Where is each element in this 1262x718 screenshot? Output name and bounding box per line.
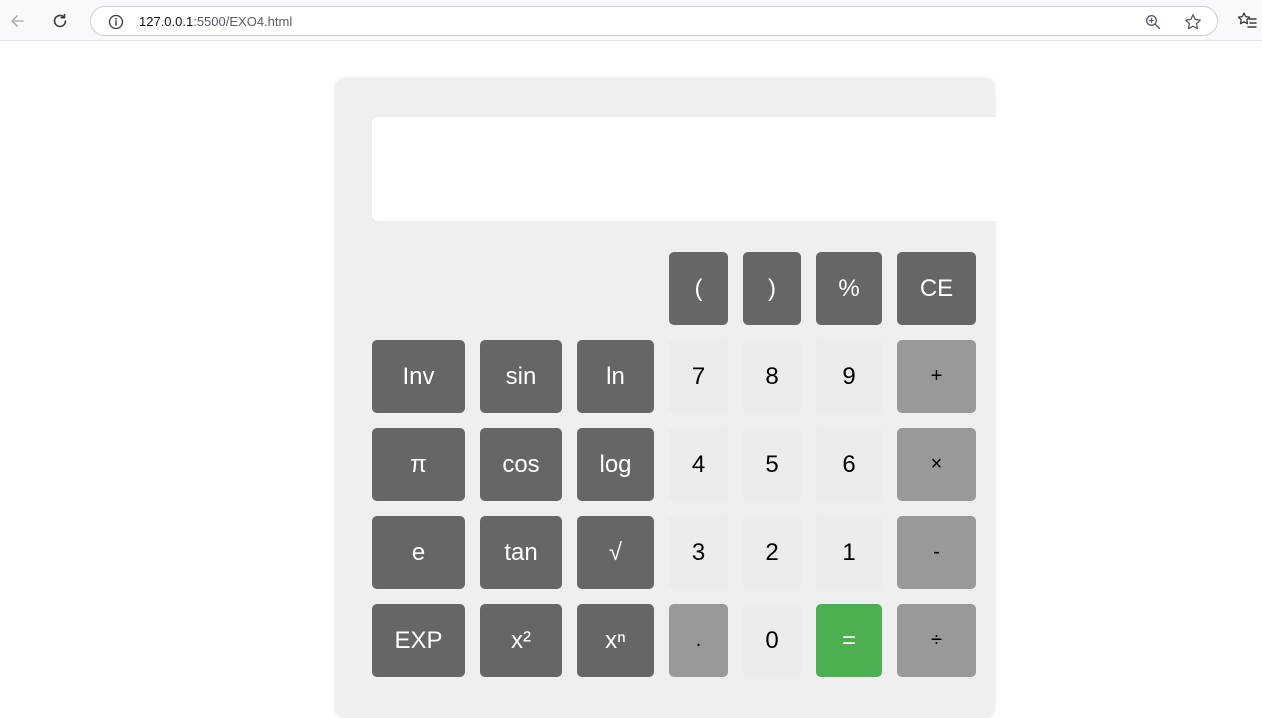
plus-button[interactable]: +: [897, 340, 976, 413]
ln-button[interactable]: ln: [577, 340, 654, 413]
multiply-button[interactable]: ×: [897, 428, 976, 501]
star-icon[interactable]: [1183, 12, 1203, 32]
calculator-display[interactable]: [372, 117, 1002, 221]
url-text[interactable]: 127.0.0.1:5500/EXO4.html: [139, 14, 292, 29]
zoom-icon[interactable]: [1143, 12, 1163, 32]
url-host: 127.0.0.1: [139, 14, 194, 29]
divide-button[interactable]: ÷: [897, 604, 976, 677]
sin-button[interactable]: sin: [480, 340, 562, 413]
equals-button[interactable]: =: [816, 604, 882, 677]
sqrt-button[interactable]: √: [577, 516, 654, 589]
digit-7-button[interactable]: 7: [669, 340, 728, 413]
log-button[interactable]: log: [577, 428, 654, 501]
digit-0-button[interactable]: 0: [743, 604, 801, 677]
reload-icon: [53, 13, 67, 28]
digit-5-button[interactable]: 5: [743, 428, 801, 501]
decimal-button[interactable]: .: [669, 604, 728, 677]
square-button[interactable]: x²: [480, 604, 562, 677]
back-button[interactable]: [4, 8, 30, 34]
digit-4-button[interactable]: 4: [669, 428, 728, 501]
digit-3-button[interactable]: 3: [669, 516, 728, 589]
digit-9-button[interactable]: 9: [816, 340, 882, 413]
url-path: :5500/EXO4.html: [193, 14, 293, 29]
e-button[interactable]: e: [372, 516, 465, 589]
reload-button[interactable]: [47, 8, 73, 34]
digit-2-button[interactable]: 2: [743, 516, 801, 589]
digit-8-button[interactable]: 8: [743, 340, 801, 413]
cos-button[interactable]: cos: [480, 428, 562, 501]
tan-button[interactable]: tan: [480, 516, 562, 589]
open-paren-button[interactable]: (: [669, 252, 728, 325]
pi-button[interactable]: π: [372, 428, 465, 501]
close-paren-button[interactable]: ): [743, 252, 801, 325]
clear-button[interactable]: CE: [897, 252, 976, 325]
address-bar[interactable]: 127.0.0.1:5500/EXO4.html: [90, 6, 1218, 36]
bookmarks-icon[interactable]: [1236, 10, 1258, 32]
digit-6-button[interactable]: 6: [816, 428, 882, 501]
exp-button[interactable]: EXP: [372, 604, 465, 677]
power-button[interactable]: xⁿ: [577, 604, 654, 677]
arrow-left-icon: [11, 15, 24, 27]
browser-toolbar: 127.0.0.1:5500/EXO4.html: [0, 0, 1262, 41]
inv-button[interactable]: Inv: [372, 340, 465, 413]
digit-1-button[interactable]: 1: [816, 516, 882, 589]
minus-button[interactable]: -: [897, 516, 976, 589]
info-icon[interactable]: [107, 13, 125, 31]
percent-button[interactable]: %: [816, 252, 882, 325]
